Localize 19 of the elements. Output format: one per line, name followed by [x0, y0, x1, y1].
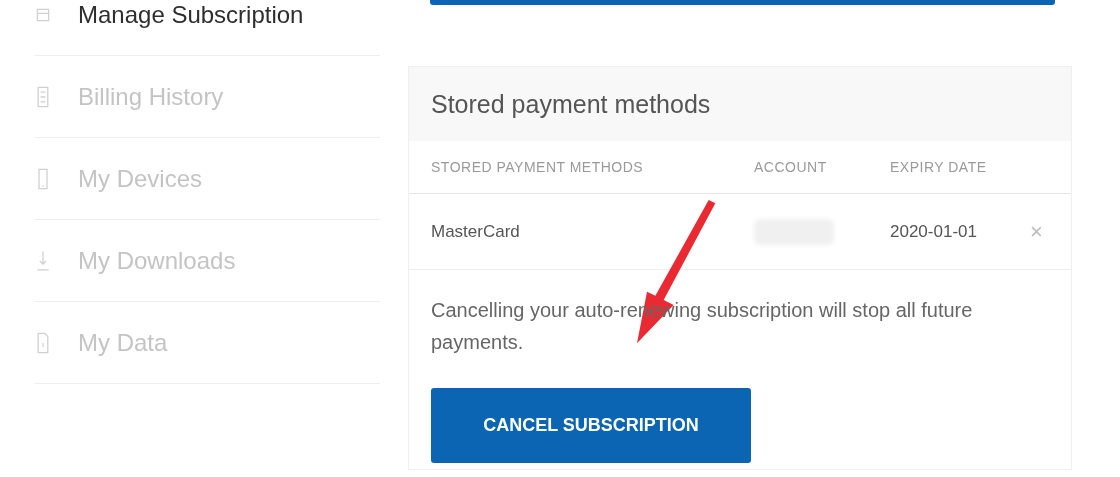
- remove-button[interactable]: ×: [1030, 218, 1043, 245]
- column-header: STORED PAYMENT METHODS: [431, 159, 645, 175]
- sidebar-item[interactable]: Manage Subscription: [35, 0, 380, 56]
- sidebar-item[interactable]: Billing History: [35, 56, 380, 138]
- sidebar-item[interactable]: My Downloads: [35, 220, 380, 302]
- sidebar-label: My Devices: [78, 164, 203, 193]
- column-header: EXPIRY DATE: [890, 159, 988, 175]
- sidebar-label: Manage Subscription: [78, 0, 304, 29]
- table-cell-text: 2020-01-01: [890, 221, 978, 242]
- card-title: Stored payment methods: [431, 89, 711, 119]
- sidebar-label: My Data: [78, 328, 168, 357]
- sidebar-item[interactable]: My Devices: [35, 138, 380, 220]
- top-button[interactable]: [430, 0, 1055, 5]
- table-cell-text: MasterCard: [431, 221, 521, 242]
- sidebar-label: Billing History: [78, 82, 224, 111]
- column-header: ACCOUNT: [754, 159, 828, 175]
- cancel-subscription-button[interactable]: CANCEL SUBSCRIPTION: [431, 388, 751, 463]
- sidebar-label: My Downloads: [78, 246, 236, 275]
- sidebar-item[interactable]: My Data: [35, 302, 380, 384]
